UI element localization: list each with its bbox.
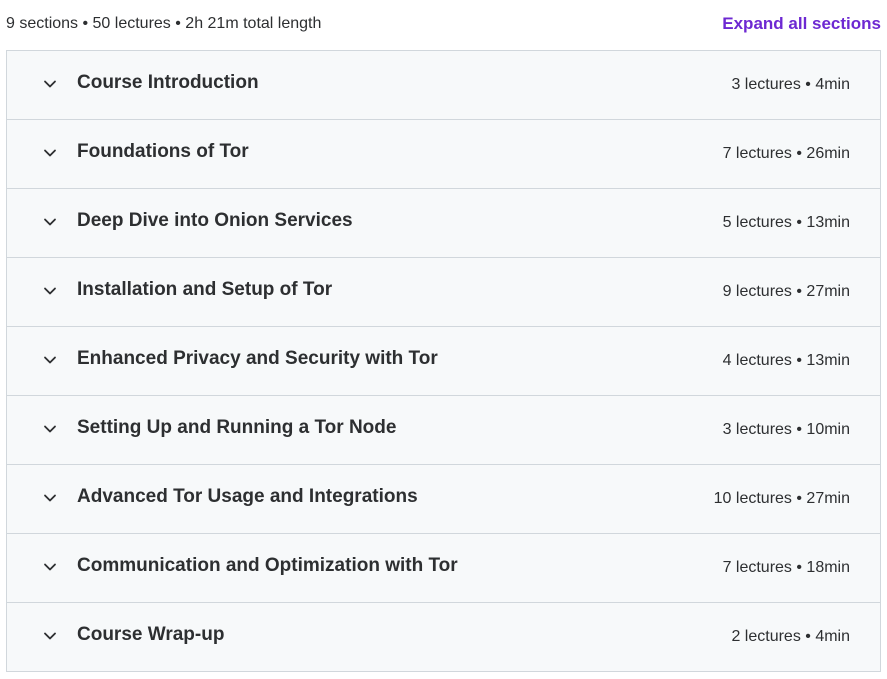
chevron-down-icon — [43, 629, 57, 643]
section-meta: 2 lectures • 4min — [731, 628, 850, 645]
section-row-installation-setup[interactable]: Installation and Setup of Tor 9 lectures… — [7, 258, 880, 327]
section-meta: 9 lectures • 27min — [722, 283, 850, 300]
section-row-advanced-usage[interactable]: Advanced Tor Usage and Integrations 10 l… — [7, 465, 880, 534]
chevron-down-icon — [43, 215, 57, 229]
curriculum-summary-text: 9 sections • 50 lectures • 2h 21m total … — [6, 15, 322, 32]
section-row-course-wrap-up[interactable]: Course Wrap-up 2 lectures • 4min — [7, 603, 880, 671]
section-meta: 4 lectures • 13min — [722, 352, 850, 369]
section-row-tor-node[interactable]: Setting Up and Running a Tor Node 3 lect… — [7, 396, 880, 465]
section-title: Deep Dive into Onion Services — [77, 210, 353, 231]
section-title: Foundations of Tor — [77, 141, 249, 162]
section-title: Communication and Optimization with Tor — [77, 555, 458, 576]
chevron-down-icon — [43, 77, 57, 91]
chevron-down-icon — [43, 146, 57, 160]
section-meta: 3 lectures • 4min — [731, 76, 850, 93]
section-title: Enhanced Privacy and Security with Tor — [77, 348, 438, 369]
section-title: Installation and Setup of Tor — [77, 279, 333, 300]
section-meta: 10 lectures • 27min — [713, 490, 850, 507]
chevron-down-icon — [43, 560, 57, 574]
curriculum-section-list: Course Introduction 3 lectures • 4min Fo… — [6, 50, 881, 672]
section-row-communication-optimization[interactable]: Communication and Optimization with Tor … — [7, 534, 880, 603]
chevron-down-icon — [43, 491, 57, 505]
section-row-deep-dive-onion-services[interactable]: Deep Dive into Onion Services 5 lectures… — [7, 189, 880, 258]
section-meta: 3 lectures • 10min — [722, 421, 850, 438]
section-meta: 7 lectures • 26min — [722, 145, 850, 162]
chevron-down-icon — [43, 353, 57, 367]
section-row-enhanced-privacy[interactable]: Enhanced Privacy and Security with Tor 4… — [7, 327, 880, 396]
section-title: Course Wrap-up — [77, 624, 225, 645]
section-title: Setting Up and Running a Tor Node — [77, 417, 397, 438]
chevron-down-icon — [43, 284, 57, 298]
section-meta: 5 lectures • 13min — [722, 214, 850, 231]
curriculum-summary-bar: 9 sections • 50 lectures • 2h 21m total … — [6, 0, 881, 50]
section-row-foundations-of-tor[interactable]: Foundations of Tor 7 lectures • 26min — [7, 120, 880, 189]
chevron-down-icon — [43, 422, 57, 436]
section-title: Course Introduction — [77, 72, 259, 93]
section-meta: 7 lectures • 18min — [722, 559, 850, 576]
expand-all-sections-button[interactable]: Expand all sections — [722, 14, 881, 34]
section-title: Advanced Tor Usage and Integrations — [77, 486, 418, 507]
section-row-course-introduction[interactable]: Course Introduction 3 lectures • 4min — [7, 51, 880, 120]
